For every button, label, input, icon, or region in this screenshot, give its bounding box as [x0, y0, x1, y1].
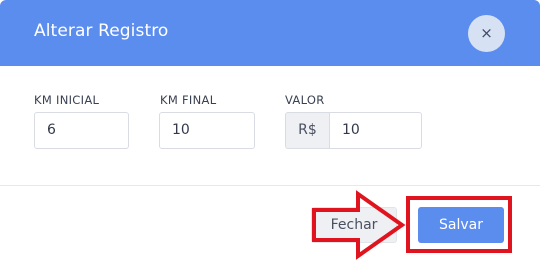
valor-label: VALOR	[285, 93, 325, 107]
close-icon[interactable]: ×	[468, 15, 505, 52]
footer-divider	[0, 185, 540, 186]
edit-record-modal: Alterar Registro × KM INICIAL 6 KM FINAL…	[0, 0, 540, 263]
save-button[interactable]: Salvar	[418, 207, 504, 243]
km-final-input[interactable]: 10	[159, 112, 255, 149]
km-inicial-input[interactable]: 6	[34, 112, 129, 149]
modal-title: Alterar Registro	[34, 21, 169, 41]
currency-prefix: R$	[285, 112, 329, 149]
valor-input[interactable]: 10	[329, 112, 422, 149]
km-final-label: KM FINAL	[160, 93, 217, 107]
km-inicial-label: KM INICIAL	[34, 93, 100, 107]
close-button[interactable]: Fechar	[311, 207, 397, 243]
modal-header: Alterar Registro ×	[0, 0, 540, 66]
